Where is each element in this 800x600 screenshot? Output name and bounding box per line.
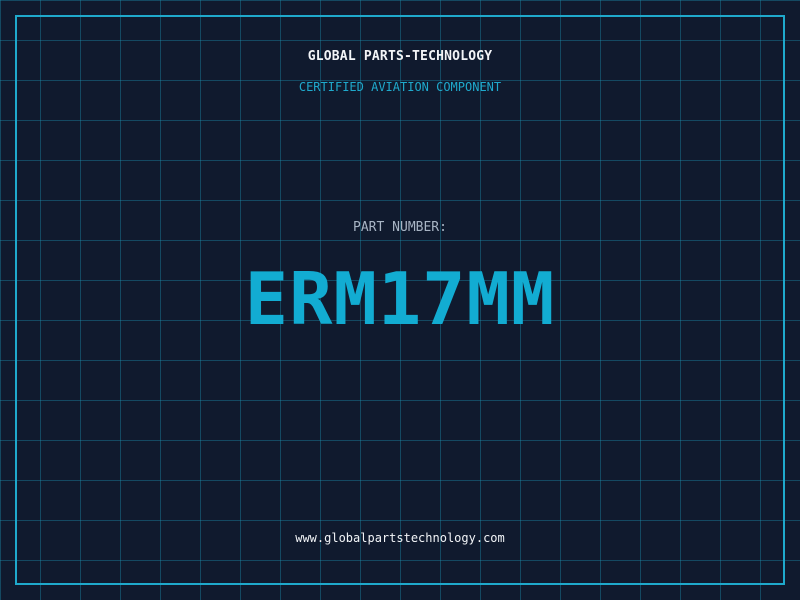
certification-subtitle: CERTIFIED AVIATION COMPONENT (298, 80, 502, 94)
brand-title: GLOBAL PARTS-TECHNOLOGY (307, 49, 493, 64)
website-url: www.globalpartstechnology.com (295, 531, 505, 545)
part-number-label: PART NUMBER: (353, 220, 447, 235)
part-number-value: ERM17MM (244, 257, 556, 341)
certificate-canvas: GLOBAL PARTS-TECHNOLOGY CERTIFIED AVIATI… (0, 0, 800, 600)
